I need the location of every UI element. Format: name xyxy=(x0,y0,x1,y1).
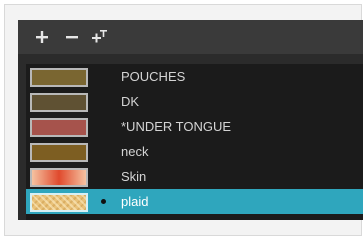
texture-swatch xyxy=(30,193,88,212)
minus-icon xyxy=(66,36,78,39)
swatch-name: plaid xyxy=(121,194,149,209)
color-swatch xyxy=(30,68,88,87)
color-palette-panel: POUCHES DK *UNDER TONGUE neck Skin plaid xyxy=(18,20,363,220)
color-swatch xyxy=(30,143,88,162)
remove-color-button[interactable] xyxy=(62,27,82,47)
swatch-row-neck[interactable]: neck xyxy=(26,139,363,164)
color-swatch xyxy=(30,93,88,112)
swatch-name: POUCHES xyxy=(121,69,186,84)
swatch-row-plaid[interactable]: plaid xyxy=(26,189,363,214)
plus-icon xyxy=(36,31,48,43)
add-color-button[interactable] xyxy=(32,27,52,47)
selected-indicator-dot xyxy=(101,199,106,204)
swatch-row-dk[interactable]: DK xyxy=(26,89,363,114)
swatch-row-under-tongue[interactable]: *UNDER TONGUE xyxy=(26,114,363,139)
color-swatch xyxy=(30,118,88,137)
swatch-name: neck xyxy=(121,144,149,159)
gradient-swatch xyxy=(30,168,88,187)
swatch-name: *UNDER TONGUE xyxy=(121,119,232,134)
swatch-list: POUCHES DK *UNDER TONGUE neck Skin plaid xyxy=(26,64,363,220)
swatch-row-skin[interactable]: Skin xyxy=(26,164,363,189)
palette-toolbar xyxy=(18,20,363,54)
swatch-name: DK xyxy=(121,94,140,109)
add-texture-icon xyxy=(92,30,107,43)
add-texture-button[interactable] xyxy=(90,27,110,47)
swatch-row-pouches[interactable]: POUCHES xyxy=(26,64,363,89)
swatch-name: Skin xyxy=(121,169,147,184)
